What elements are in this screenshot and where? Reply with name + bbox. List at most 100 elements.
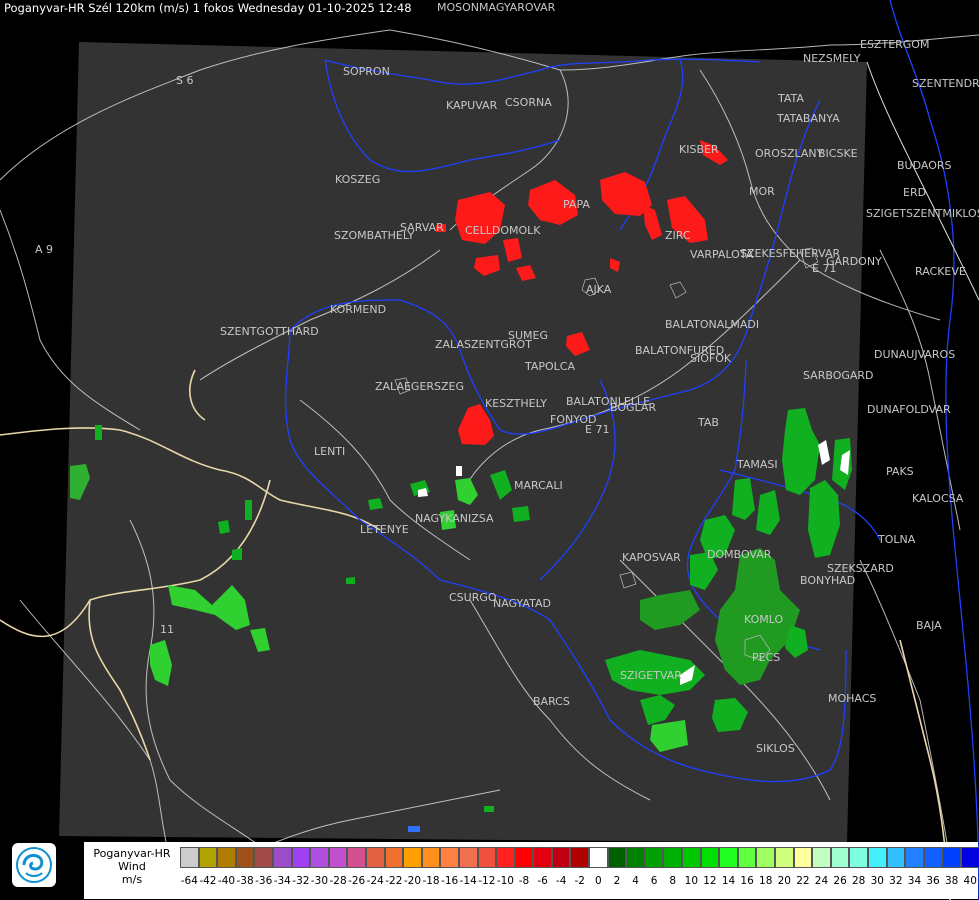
legend-tick-label: 28 xyxy=(851,875,866,887)
legend-swatch xyxy=(589,847,608,868)
place-label: DOMBOVAR xyxy=(707,548,772,561)
place-label: CELLDOMOLK xyxy=(465,224,541,237)
legend-tick-label: 4 xyxy=(632,875,639,887)
legend-swatch xyxy=(254,847,273,868)
place-label: SARBOGARD xyxy=(803,369,874,382)
legend-swatch xyxy=(849,847,868,868)
legend-swatch xyxy=(328,847,348,868)
legend-tick-label: -42 xyxy=(199,875,217,887)
legend-swatch xyxy=(923,847,943,868)
legend-swatch xyxy=(458,847,478,868)
legend-tick-label: 40 xyxy=(963,875,977,887)
legend-tick-label: 38 xyxy=(944,875,959,887)
place-label: MOSONMAGYAROVAR xyxy=(437,1,556,14)
color-legend: Poganyvar-HR Wind m/s -64 -42 -40 -38 -36 -34… xyxy=(84,842,979,899)
legend-swatch xyxy=(867,847,887,868)
legend-tick-label: -14 xyxy=(459,875,477,887)
place-label: LETENYE xyxy=(360,523,409,536)
place-label: CSORNA xyxy=(505,96,552,109)
legend-tick-label: 34 xyxy=(907,875,922,887)
place-label: ERD xyxy=(903,186,926,199)
legend-radar-name: Poganyvar-HR xyxy=(93,847,171,860)
place-label: BOGLAR xyxy=(610,401,656,414)
legend-swatch xyxy=(403,847,422,868)
place-label: SIOFOK xyxy=(690,352,732,365)
legend-swatch xyxy=(607,847,627,868)
legend-tick-label: 0 xyxy=(595,875,602,887)
legend-swatch xyxy=(682,847,701,868)
legend-swatch xyxy=(812,847,831,868)
legend-tick-label: 10 xyxy=(684,875,699,887)
legend-tick-label: 14 xyxy=(721,875,736,887)
place-label: AJKA xyxy=(586,283,612,296)
place-label: TAPOLCA xyxy=(524,360,575,373)
legend-swatch xyxy=(700,847,720,868)
legend-swatch xyxy=(421,847,441,868)
legend-tick-label: -16 xyxy=(441,875,459,887)
place-label: ESZTERGOM xyxy=(860,38,929,51)
legend-tick-label: 18 xyxy=(759,875,773,887)
legend-tick-label: -4 xyxy=(555,875,567,887)
road-label: E 71 xyxy=(812,262,836,275)
legend-tick-label: 6 xyxy=(650,875,658,887)
legend-tick-label: -24 xyxy=(366,875,384,887)
legend-swatch xyxy=(198,847,218,868)
legend-tick-label: -6 xyxy=(537,875,548,887)
legend-tick-label: 8 xyxy=(669,875,677,887)
place-label: BUDAORS xyxy=(897,159,952,172)
place-label: OROSZLANY xyxy=(755,147,824,160)
place-label: KISBER xyxy=(679,143,719,156)
place-label: NAGYATAD xyxy=(493,597,551,610)
legend-swatch xyxy=(737,847,757,868)
place-label: SZIGETVAR xyxy=(620,669,682,682)
legend-swatch xyxy=(514,847,534,868)
place-label: DUNAFOLDVAR xyxy=(867,403,951,416)
legend-tick-label: -20 xyxy=(403,875,421,887)
place-label: BICSKE xyxy=(818,147,858,160)
legend-tick-label: 24 xyxy=(814,875,829,887)
road-label: E 71 xyxy=(585,423,609,436)
legend-tick-label: -38 xyxy=(236,875,254,887)
place-label: SZENTENDRE xyxy=(912,77,979,90)
place-label: ZIRC xyxy=(665,229,691,242)
legend-swatch xyxy=(644,847,664,868)
legend-swatch xyxy=(440,847,459,868)
place-label: KAPOSVAR xyxy=(622,551,681,564)
legend-swatch xyxy=(570,847,590,868)
place-label: RACKEVE xyxy=(915,265,966,278)
place-label: MOHACS xyxy=(828,692,876,705)
place-label: BALATONALMADI xyxy=(665,318,759,331)
place-label: MARCALI xyxy=(514,479,563,492)
legend-tick-label: 30 xyxy=(870,875,884,887)
legend-tick-label: -26 xyxy=(348,875,366,887)
legend-tick-label: -10 xyxy=(496,875,514,887)
place-label: TOLNA xyxy=(877,533,916,546)
place-label: MOR xyxy=(749,185,775,198)
legend-tick-label: -18 xyxy=(422,875,440,887)
legend-swatch xyxy=(477,847,497,868)
legend-swatch xyxy=(905,847,924,868)
place-label: BONYHAD xyxy=(800,574,855,587)
place-label: SIKLOS xyxy=(756,742,795,755)
place-label: KOSZEG xyxy=(335,173,380,186)
legend-swatch xyxy=(960,847,979,868)
legend-swatch xyxy=(533,847,552,868)
place-label: PECS xyxy=(752,651,780,664)
legend-tick-label: -32 xyxy=(292,875,310,887)
legend-swatch xyxy=(775,847,794,868)
place-label: KOMLO xyxy=(744,613,783,626)
place-label: SZEKSZARD xyxy=(827,562,894,575)
legend-swatch xyxy=(235,847,255,868)
legend-tick-label: 32 xyxy=(889,875,903,887)
place-label: NAGYKANIZSA xyxy=(415,512,494,525)
place-label: DUNAUJVAROS xyxy=(874,348,955,361)
place-label: BAJA xyxy=(916,619,942,632)
legend-swatch xyxy=(626,847,645,868)
legend-tick-label: 22 xyxy=(796,875,810,887)
place-label: SOPRON xyxy=(343,65,390,78)
legend-swatch xyxy=(886,847,906,868)
place-label: ZALAEGERSZEG xyxy=(375,380,464,393)
legend-swatch xyxy=(365,847,385,868)
legend-tick-label: -8 xyxy=(518,875,530,887)
legend-swatch xyxy=(830,847,850,868)
